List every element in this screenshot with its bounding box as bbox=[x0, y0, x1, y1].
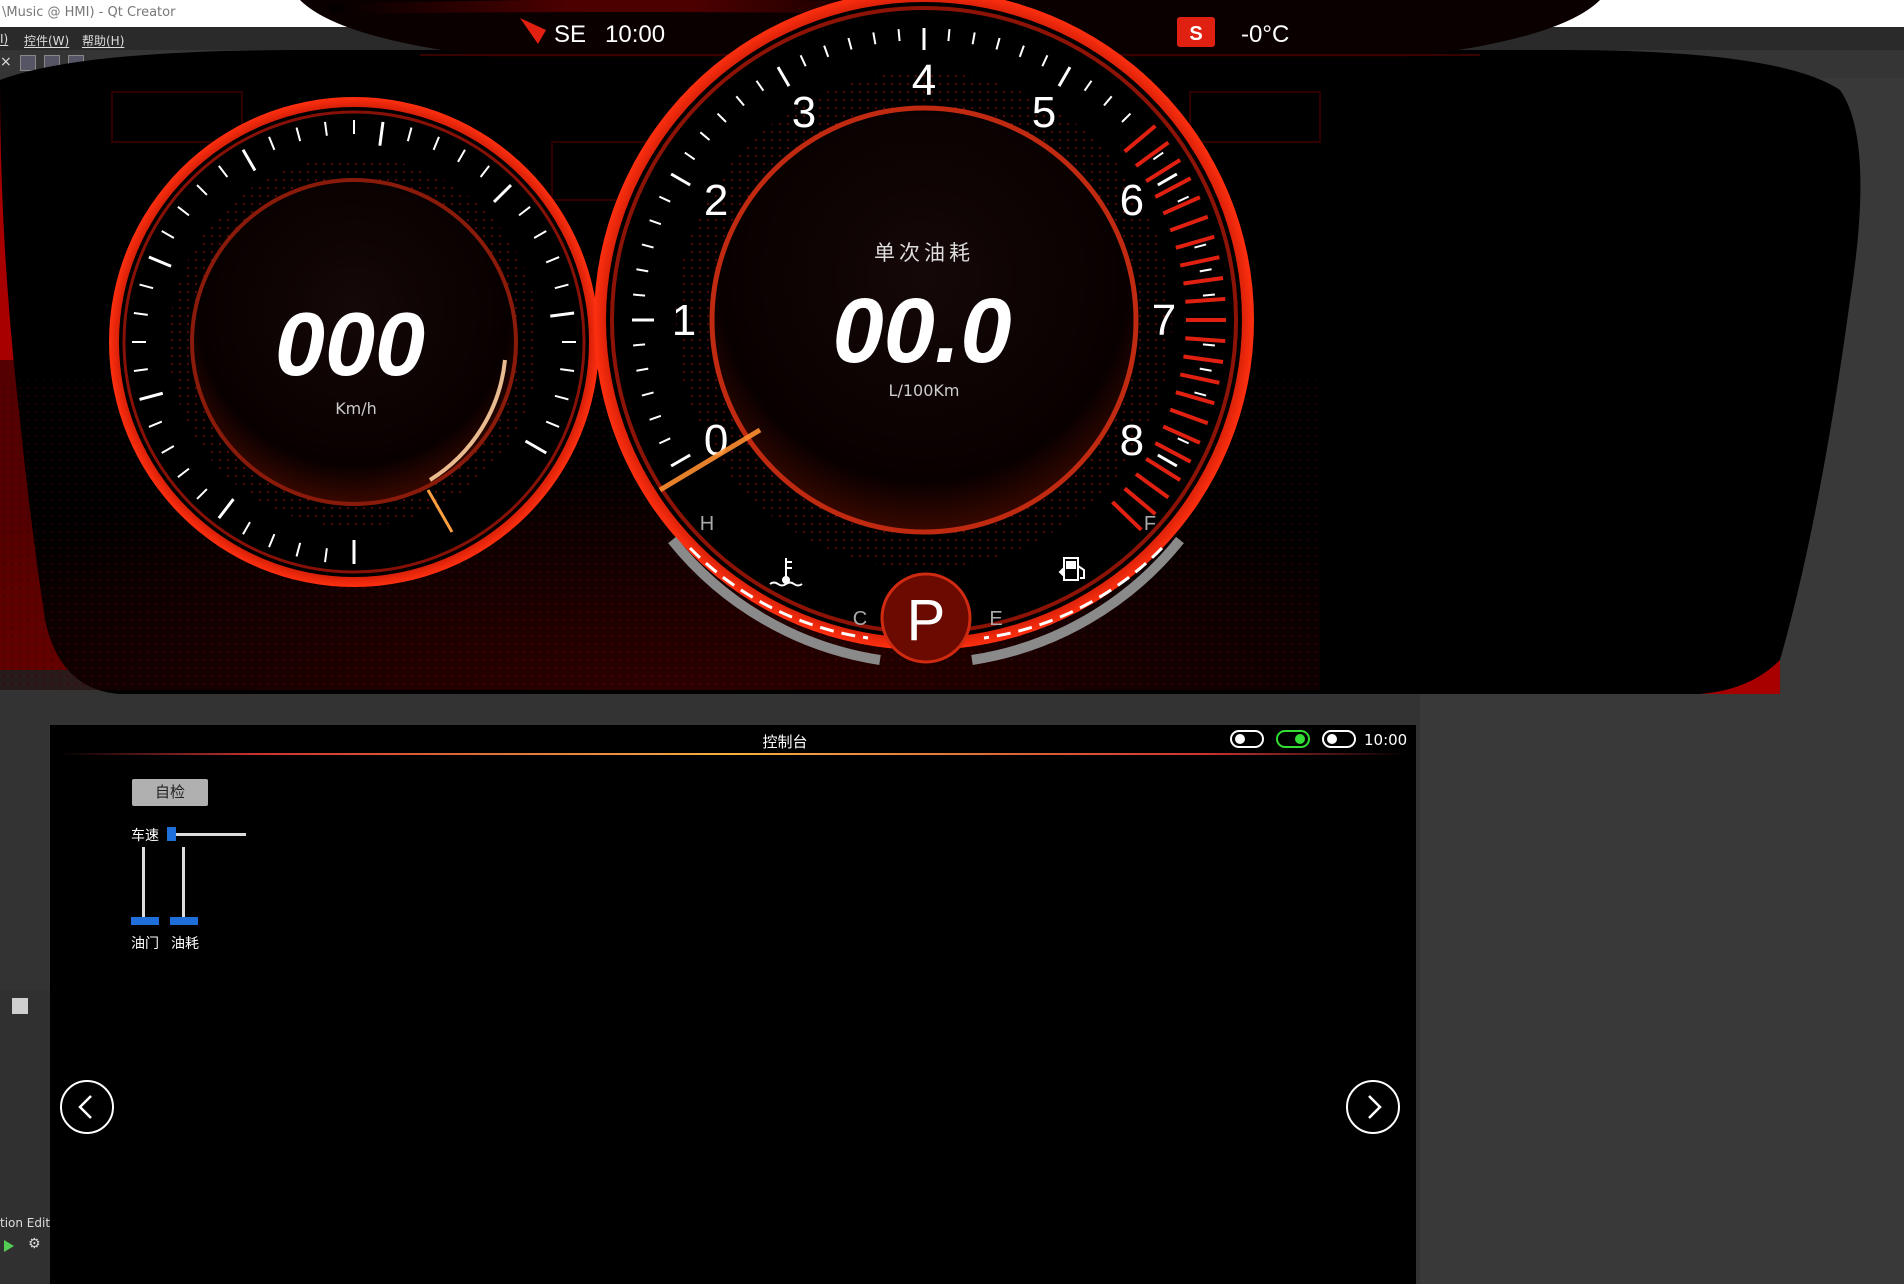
gauge-tick bbox=[633, 343, 646, 347]
action-editor-tab[interactable]: tion Edit bbox=[0, 1216, 50, 1230]
speed-gauge: 000 Km/h bbox=[109, 97, 599, 587]
console-title: 控制台 bbox=[762, 733, 808, 751]
fuel-consumption-label: 油耗 bbox=[171, 936, 199, 952]
next-page-button[interactable] bbox=[1346, 1080, 1400, 1134]
chevron-left-icon bbox=[78, 1095, 92, 1119]
creator-left-panel: tion Edit ⚙ bbox=[0, 990, 50, 1284]
toggle-3[interactable] bbox=[1322, 730, 1356, 748]
fuel-value: 00.0 bbox=[832, 280, 1011, 382]
fuel-tick-label: 2 bbox=[704, 176, 728, 225]
fuel-tick-label: 3 bbox=[792, 88, 816, 137]
fuel-tick-label: 8 bbox=[1120, 416, 1144, 465]
fuel-tick-label: 1 bbox=[672, 296, 696, 345]
redline-tick bbox=[1185, 336, 1226, 344]
gauge-tick bbox=[897, 29, 901, 42]
console-window: 控制台 10:00 自检 车速 油门 油耗 bbox=[50, 725, 1416, 1284]
selfcheck-button[interactable]: 自检 bbox=[132, 779, 208, 806]
throttle-label: 油门 bbox=[131, 936, 159, 952]
fuel-tick-label: 7 bbox=[1152, 296, 1176, 345]
fuel-consumption-slider[interactable] bbox=[182, 847, 185, 919]
instrument-cluster: SE 10:00 S -0°C 000 Km/h 012345678 单次油耗 … bbox=[0, 0, 1904, 700]
file-icon[interactable] bbox=[12, 998, 28, 1014]
prev-page-button[interactable] bbox=[60, 1080, 114, 1134]
fuel-tick-label: 6 bbox=[1120, 176, 1144, 225]
gauge-tick bbox=[633, 293, 646, 297]
speed-unit: Km/h bbox=[335, 399, 377, 418]
speed-slider-label: 车速 bbox=[131, 828, 159, 844]
fuel-empty-label: E bbox=[989, 608, 1002, 630]
fuel-consumption-slider-handle[interactable] bbox=[170, 917, 198, 925]
temp-high-label: H bbox=[700, 513, 714, 535]
fuel-tick-label: 4 bbox=[912, 56, 936, 105]
speed-value: 000 bbox=[275, 295, 425, 395]
outside-temp: -0°C bbox=[1241, 21, 1289, 48]
gear-icon[interactable]: ⚙ bbox=[28, 1236, 41, 1252]
throttle-slider[interactable] bbox=[142, 847, 145, 919]
fuel-title: 单次油耗 bbox=[874, 241, 974, 265]
cluster-time: 10:00 bbox=[605, 21, 665, 48]
redline-tick bbox=[1185, 296, 1226, 304]
fuel-unit: L/100Km bbox=[889, 381, 960, 400]
speed-slider[interactable] bbox=[170, 833, 246, 836]
fuel-consumption-gauge: 012345678 单次油耗 00.0 L/100Km H C F E P bbox=[594, 0, 1254, 665]
throttle-slider-handle[interactable] bbox=[131, 917, 159, 925]
toggle-1[interactable] bbox=[1230, 730, 1264, 748]
console-divider bbox=[58, 753, 1408, 755]
gauge-tick bbox=[947, 29, 951, 42]
temp-low-label: C bbox=[853, 608, 867, 630]
heading-text: SE bbox=[554, 21, 586, 48]
fuel-tick-label: 5 bbox=[1032, 88, 1056, 137]
toggle-2[interactable] bbox=[1276, 730, 1310, 748]
run-icon[interactable] bbox=[4, 1240, 14, 1252]
speed-slider-handle[interactable] bbox=[167, 827, 176, 841]
fuel-full-label: F bbox=[1144, 513, 1156, 535]
gauge-tick bbox=[1202, 293, 1215, 297]
drive-mode-text: S bbox=[1189, 23, 1202, 45]
console-clock: 10:00 bbox=[1364, 731, 1408, 749]
gauge-tick bbox=[1202, 343, 1215, 347]
chevron-right-icon bbox=[1368, 1095, 1382, 1119]
gear-text: P bbox=[907, 588, 946, 653]
